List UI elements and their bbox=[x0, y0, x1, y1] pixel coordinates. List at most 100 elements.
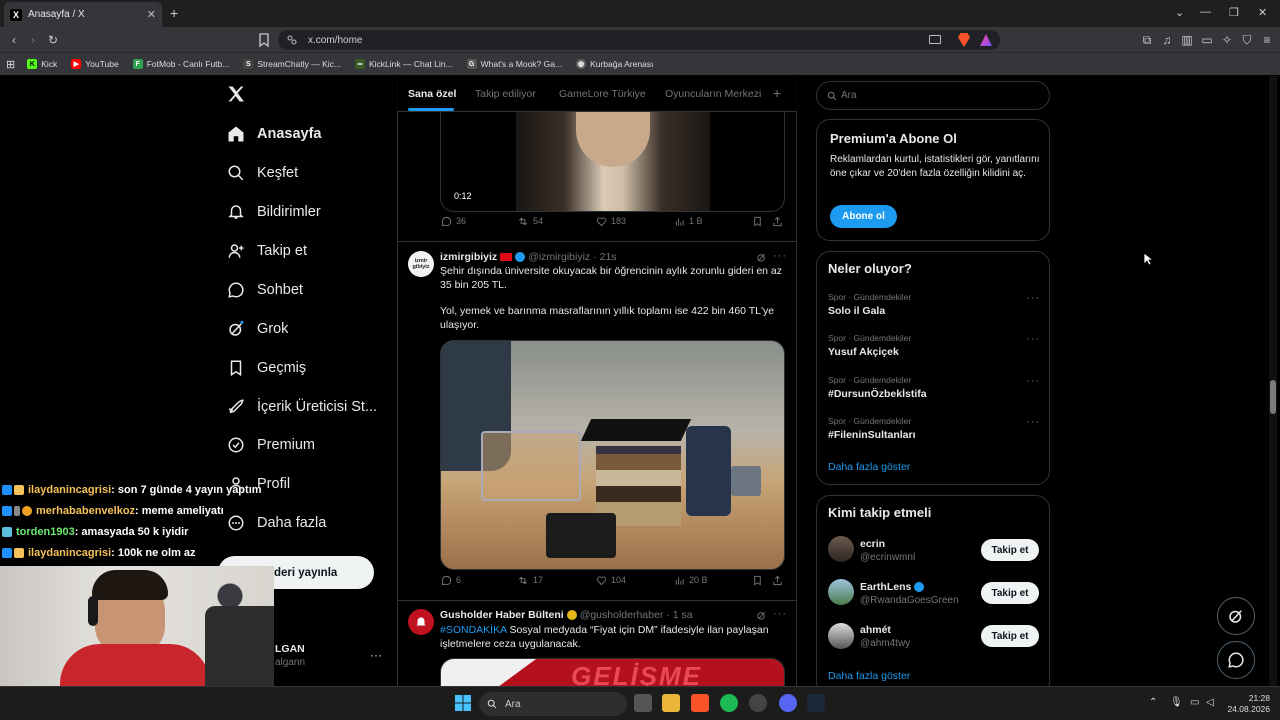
nav-explore[interactable]: Keşfet bbox=[226, 163, 298, 183]
nav-more[interactable]: Daha fazla bbox=[226, 513, 326, 533]
tab-search-icon[interactable]: ⌄ bbox=[1175, 6, 1184, 19]
nav-grok[interactable]: Grok bbox=[226, 319, 288, 339]
clock-date[interactable]: 24.08.2026 bbox=[1222, 704, 1270, 714]
follow-button[interactable]: Takip et bbox=[981, 582, 1039, 604]
trend-more-icon[interactable]: ··· bbox=[1026, 292, 1040, 304]
nav-premium[interactable]: Premium bbox=[226, 435, 315, 455]
trend-more-icon[interactable]: ··· bbox=[1026, 375, 1040, 387]
page-scrollbar-thumb[interactable] bbox=[1270, 380, 1276, 414]
tweet3-time[interactable]: · 1 sa bbox=[666, 609, 692, 621]
tweet2-time[interactable]: · 21s bbox=[593, 251, 616, 263]
clock-time[interactable]: 21:28 bbox=[1230, 693, 1270, 703]
menu-icon[interactable]: ≡ bbox=[1260, 33, 1274, 47]
views-button[interactable]: 20 B bbox=[674, 575, 708, 586]
sidebar-icon[interactable]: ▥ bbox=[1180, 33, 1194, 47]
nav-chat[interactable]: Sohbet bbox=[226, 280, 303, 300]
x-logo-icon[interactable] bbox=[226, 84, 248, 106]
trend-item[interactable]: Spor · Gündemdekiler Solo il Gala ··· bbox=[828, 292, 1040, 317]
trend-more-icon[interactable]: ··· bbox=[1026, 333, 1040, 345]
vpn-icon[interactable]: ⛉ bbox=[1240, 33, 1254, 47]
bookmark-mook[interactable]: G What's a Mook? Ga... bbox=[466, 59, 562, 69]
network-icon[interactable]: ▭ bbox=[1190, 697, 1199, 708]
tab-close-icon[interactable]: ✕ bbox=[147, 8, 156, 21]
share-icon[interactable] bbox=[772, 575, 783, 586]
reply-button[interactable]: 6 bbox=[441, 575, 461, 586]
leo-ai-icon[interactable]: ✧ bbox=[1220, 33, 1234, 47]
reload-icon[interactable]: ↻ bbox=[46, 33, 60, 47]
tweet3-image[interactable]: GELİŞME bbox=[440, 658, 785, 686]
bookmark-kurbaga[interactable]: ◍ Kurbağa Arenası bbox=[576, 59, 653, 69]
bookmark-streamchatly[interactable]: S StreamChatly — Kic... bbox=[243, 59, 341, 69]
messages-fab[interactable] bbox=[1217, 641, 1255, 679]
address-bar[interactable]: x.com/home bbox=[278, 30, 1000, 50]
grok-explain-icon[interactable] bbox=[756, 610, 767, 621]
trends-show-more-link[interactable]: Daha fazla göster bbox=[828, 461, 910, 473]
nav-notifications[interactable]: Bildirimler bbox=[226, 202, 321, 222]
windows-start-icon[interactable] bbox=[455, 695, 471, 711]
cast-icon[interactable] bbox=[929, 35, 941, 44]
nav-follow[interactable]: Takip et bbox=[226, 241, 307, 261]
tweet3-handle[interactable]: @gusholderhaber bbox=[580, 609, 664, 621]
views-button[interactable]: 1 B bbox=[674, 216, 703, 227]
tab-gamelore[interactable]: GameLore Türkiye bbox=[559, 88, 646, 100]
site-info-icon[interactable] bbox=[287, 35, 297, 45]
like-button[interactable]: 104 bbox=[596, 575, 626, 586]
repost-button[interactable]: 17 bbox=[517, 575, 543, 586]
tweet2-handle[interactable]: @izmirgibiyiz bbox=[528, 251, 590, 263]
like-button[interactable]: 183 bbox=[596, 216, 626, 227]
avatar[interactable] bbox=[828, 623, 854, 649]
bookmark-kicklink[interactable]: ∞ KickLink — Chat Lin... bbox=[354, 59, 453, 69]
trend-item[interactable]: Spor · Gündemdekiler #FileninSultanları … bbox=[828, 416, 1040, 441]
tweet-more-icon[interactable]: ··· bbox=[773, 250, 787, 262]
media-icon[interactable]: ♫ bbox=[1160, 33, 1174, 47]
close-window-button[interactable]: ✕ bbox=[1258, 6, 1267, 19]
task-view-icon[interactable] bbox=[634, 694, 652, 712]
subscribe-button[interactable]: Abone ol bbox=[830, 205, 897, 228]
tab-following[interactable]: Takip ediliyor bbox=[475, 88, 536, 100]
tab-for-you[interactable]: Sana özel bbox=[408, 88, 456, 100]
file-explorer-icon[interactable] bbox=[662, 694, 680, 712]
discord-icon[interactable] bbox=[779, 694, 797, 712]
bookmark-tweet-icon[interactable] bbox=[752, 216, 763, 227]
tab-oyuncularin-merkezi[interactable]: Oyuncuların Merkezi bbox=[665, 88, 762, 100]
bookmark-page-icon[interactable] bbox=[258, 33, 272, 47]
bookmark-tweet-icon[interactable] bbox=[752, 575, 763, 586]
search-input[interactable]: Ara bbox=[816, 81, 1050, 110]
avatar[interactable] bbox=[828, 536, 854, 562]
grok-fab[interactable] bbox=[1217, 597, 1255, 635]
nav-creator-studio[interactable]: İçerik Üreticisi St... bbox=[226, 397, 377, 417]
microphone-icon[interactable]: 🎙 bbox=[1170, 697, 1183, 708]
follow-button[interactable]: Takip et bbox=[981, 625, 1039, 647]
obs-icon[interactable] bbox=[749, 694, 767, 712]
wallet-icon[interactable]: ▭ bbox=[1200, 33, 1214, 47]
hashtag-link[interactable]: #SONDAKİKA bbox=[440, 624, 507, 636]
steam-icon[interactable] bbox=[807, 694, 825, 712]
avatar[interactable] bbox=[408, 609, 434, 635]
user-name[interactable]: EarthLens bbox=[860, 581, 925, 593]
bookmark-fotmob[interactable]: F FotMob - Canlı Futb... bbox=[132, 59, 229, 69]
tweet3-author[interactable]: Gusholder Haber Bülteni bbox=[440, 609, 564, 621]
trend-more-icon[interactable]: ··· bbox=[1026, 416, 1040, 428]
grok-explain-icon[interactable] bbox=[756, 252, 767, 263]
follow-show-more-link[interactable]: Daha fazla göster bbox=[828, 670, 910, 682]
account-menu-icon[interactable]: ··· bbox=[370, 648, 382, 662]
avatar[interactable]: izmir gibiyiz bbox=[408, 251, 434, 277]
spotify-icon[interactable] bbox=[720, 694, 738, 712]
bookmark-youtube[interactable]: ▶ YouTube bbox=[71, 59, 119, 69]
taskbar-search[interactable]: Ara bbox=[479, 692, 627, 716]
apps-grid-icon[interactable]: ⊞ bbox=[6, 58, 15, 71]
tweet2-author[interactable]: izmirgibiyiz bbox=[440, 251, 497, 263]
tray-chevron-icon[interactable]: ⌃ bbox=[1149, 697, 1157, 708]
browser-tab[interactable]: X Anasayfa / X ✕ bbox=[4, 2, 162, 27]
forward-icon[interactable]: › bbox=[26, 33, 40, 47]
share-icon[interactable] bbox=[772, 216, 783, 227]
back-icon[interactable]: ‹ bbox=[7, 33, 21, 47]
user-name[interactable]: ahmét bbox=[860, 624, 891, 636]
volume-icon[interactable]: ◁ bbox=[1206, 697, 1214, 708]
trend-item[interactable]: Spor · Gündemdekiler #DursunÖzbekİstifa … bbox=[828, 375, 1040, 400]
minimize-button[interactable]: — bbox=[1200, 6, 1211, 18]
reply-button[interactable]: 36 bbox=[441, 216, 466, 227]
user-name[interactable]: ecrin bbox=[860, 538, 885, 550]
add-tab-icon[interactable]: + bbox=[773, 85, 781, 101]
repost-button[interactable]: 54 bbox=[517, 216, 543, 227]
